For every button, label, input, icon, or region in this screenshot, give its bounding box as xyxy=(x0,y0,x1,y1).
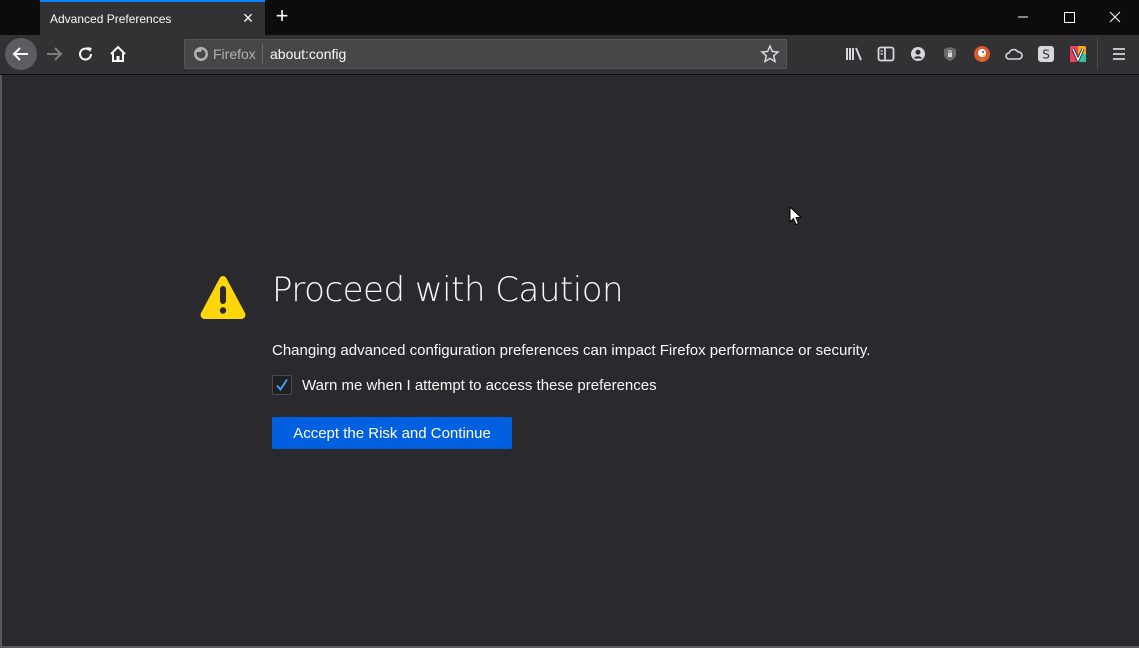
identity-separator xyxy=(262,44,263,64)
library-button[interactable] xyxy=(843,43,865,65)
url-bar[interactable]: Firefox about:config xyxy=(184,39,787,69)
window-left-edge xyxy=(0,75,2,648)
menu-button[interactable] xyxy=(1108,43,1130,65)
warn-checkbox[interactable] xyxy=(272,375,292,395)
page-title: Proceed with Caution xyxy=(272,270,624,310)
maximize-button[interactable] xyxy=(1046,0,1092,35)
close-window-button[interactable] xyxy=(1092,0,1138,35)
privacy-shield-icon xyxy=(944,47,956,61)
checkmark-icon xyxy=(276,379,288,391)
mouse-cursor xyxy=(789,205,803,226)
identity-box[interactable]: Firefox xyxy=(193,46,256,62)
duckduckgo-icon xyxy=(974,46,990,62)
new-tab-button[interactable]: + xyxy=(271,5,293,29)
accept-risk-button[interactable]: Accept the Risk and Continue xyxy=(272,417,512,449)
warning-icon xyxy=(199,273,247,321)
reload-icon xyxy=(79,47,93,61)
svg-text:S: S xyxy=(1042,48,1050,62)
cloud-icon xyxy=(1005,48,1023,60)
account-button[interactable] xyxy=(907,43,929,65)
v-extension-button[interactable] xyxy=(1067,43,1089,65)
duckduckgo-button[interactable] xyxy=(971,43,993,65)
close-icon xyxy=(1109,11,1121,23)
identity-label: Firefox xyxy=(213,46,256,62)
firefox-icon xyxy=(194,47,208,61)
minimize-button[interactable] xyxy=(1000,0,1046,35)
forward-button[interactable] xyxy=(39,39,69,69)
back-arrow-icon xyxy=(12,47,28,61)
account-icon xyxy=(911,47,925,61)
tab-close-icon[interactable]: × xyxy=(239,8,257,28)
home-button[interactable] xyxy=(103,39,133,69)
maximize-icon xyxy=(1064,12,1075,23)
privacy-shield-button[interactable] xyxy=(939,43,961,65)
reload-button[interactable] xyxy=(71,39,101,69)
warn-checkbox-label[interactable]: Warn me when I attempt to access these p… xyxy=(302,377,657,394)
title-bar: Advanced Preferences × + xyxy=(0,0,1139,35)
home-icon xyxy=(110,45,126,62)
forward-arrow-icon xyxy=(47,47,63,61)
v-extension-icon xyxy=(1070,46,1086,63)
sidebar-icon xyxy=(877,46,895,62)
cloud-button[interactable] xyxy=(1003,43,1025,65)
toolbar-separator xyxy=(1097,38,1098,70)
s-extension-button[interactable]: S xyxy=(1035,43,1057,65)
s-extension-icon: S xyxy=(1038,46,1054,62)
menu-icon xyxy=(1113,48,1125,60)
sidebar-button[interactable] xyxy=(875,43,897,65)
bookmark-star-button[interactable] xyxy=(760,43,780,65)
star-icon xyxy=(760,44,780,64)
minimize-icon xyxy=(1018,16,1028,18)
back-button[interactable] xyxy=(5,38,37,70)
url-input[interactable]: about:config xyxy=(270,46,346,62)
tab-advanced-preferences[interactable]: Advanced Preferences × xyxy=(40,0,265,35)
library-icon xyxy=(846,47,862,61)
navigation-toolbar: Firefox about:config S xyxy=(0,35,1139,75)
warning-description: Changing advanced configuration preferen… xyxy=(272,342,871,359)
tab-title: Advanced Preferences xyxy=(50,12,172,26)
